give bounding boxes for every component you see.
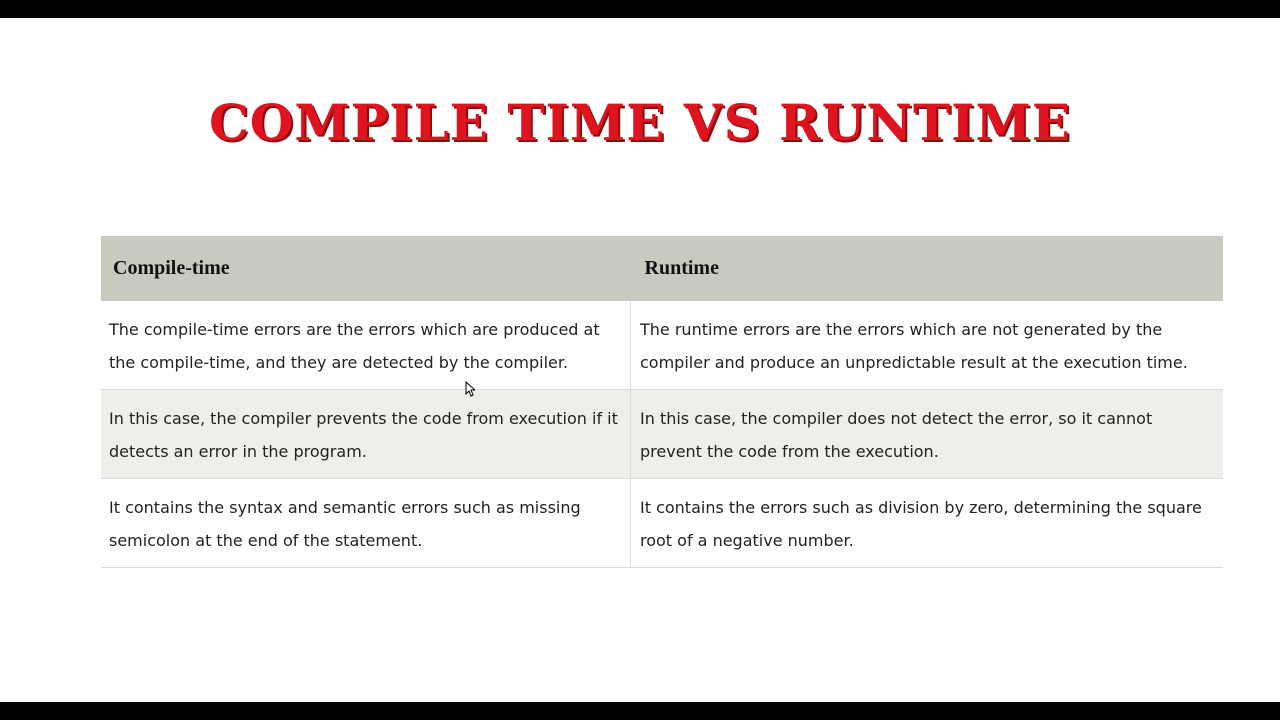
slide-frame: COMPILE TIME VS RUNTIME Compile-time Run… — [0, 0, 1280, 720]
table-header-row: Compile-time Runtime — [101, 236, 1223, 301]
slide-title: COMPILE TIME VS RUNTIME — [208, 93, 1072, 152]
letterbox-top — [0, 0, 1280, 18]
table-cell: In this case, the compiler prevents the … — [101, 389, 631, 479]
table-row: It contains the syntax and semantic erro… — [101, 478, 1223, 568]
header-compile-time: Compile-time — [101, 236, 631, 301]
comparison-table: Compile-time Runtime The compile-time er… — [101, 236, 1223, 568]
table-cell: In this case, the compiler does not dete… — [630, 389, 1223, 479]
header-runtime: Runtime — [630, 236, 1223, 301]
table-cell: The compile-time errors are the errors w… — [101, 301, 631, 390]
table-cell: It contains the errors such as division … — [630, 478, 1223, 568]
mouse-pointer-icon — [465, 381, 475, 397]
letterbox-bottom — [0, 702, 1280, 720]
table-cell: The runtime errors are the errors which … — [630, 301, 1223, 390]
table-row: In this case, the compiler prevents the … — [101, 389, 1223, 479]
table-cell: It contains the syntax and semantic erro… — [101, 478, 631, 568]
table-row: The compile-time errors are the errors w… — [101, 301, 1223, 390]
